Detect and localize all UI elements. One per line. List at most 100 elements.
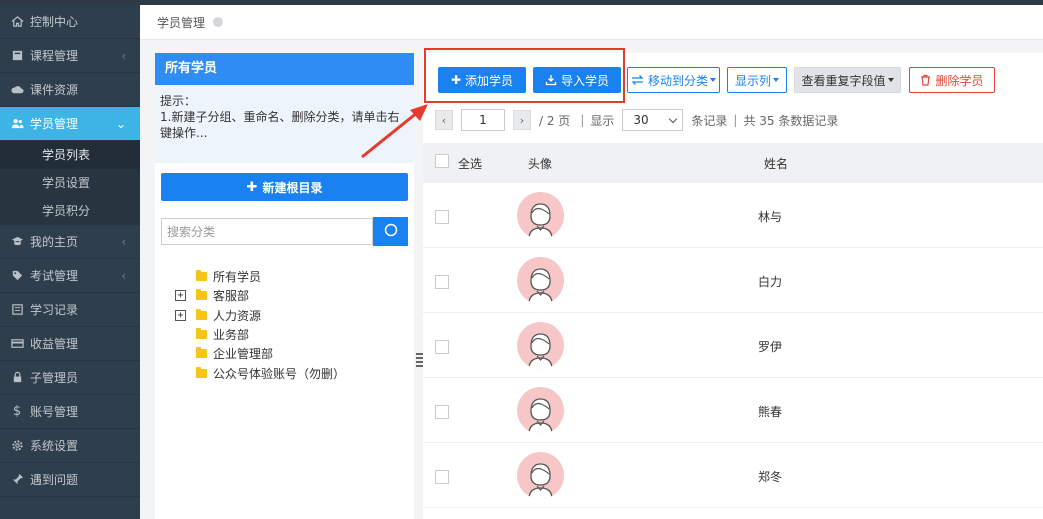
- sidebar-item-exams[interactable]: 考试管理 ‹: [0, 259, 140, 293]
- table-row[interactable]: 熊春: [423, 378, 1043, 443]
- sidebar-submenu: 学员列表 学员设置 学员积分: [0, 141, 140, 225]
- sidebar-item-dashboard[interactable]: 控制中心: [0, 5, 140, 39]
- search-button[interactable]: [373, 217, 408, 246]
- show-columns-label: 显示列: [734, 73, 771, 88]
- category-tree: 所有学员 + 客服部 + 人力资源 业务部 企业管理部 公众号体验账号（勿删）: [175, 267, 345, 383]
- sidebar-item-label: 收益管理: [30, 337, 79, 351]
- page-size-value: 30: [633, 113, 649, 127]
- category-search-input[interactable]: [161, 218, 373, 245]
- move-to-category-button[interactable]: 移动到分类: [627, 67, 720, 93]
- move-to-category-label: 移动到分类: [647, 73, 708, 88]
- caret-down-icon: [887, 78, 894, 82]
- row-checkbox[interactable]: [435, 340, 449, 354]
- row-checkbox[interactable]: [435, 275, 449, 289]
- avatar: [517, 257, 564, 304]
- sidebar-item-label: 遇到问题: [30, 473, 79, 487]
- sidebar-subitem-student-list[interactable]: 学员列表: [0, 141, 140, 169]
- folder-icon: [196, 270, 207, 282]
- credit-card-icon: [10, 337, 24, 351]
- sidebar-item-label: 考试管理: [30, 269, 79, 283]
- delete-student-button[interactable]: 删除学员: [909, 67, 995, 93]
- table-row[interactable]: 郑冬: [423, 443, 1043, 508]
- table-row[interactable]: 林与: [423, 183, 1043, 248]
- delete-student-label: 删除学员: [935, 73, 984, 88]
- student-name: 郑冬: [758, 470, 783, 484]
- chevron-left-icon: ‹: [121, 269, 126, 283]
- sidebar-item-resources[interactable]: 课件资源: [0, 73, 140, 107]
- expand-toggle-icon[interactable]: +: [175, 290, 186, 302]
- select-all-checkbox[interactable]: [435, 154, 449, 168]
- plus-icon: ✚: [246, 179, 258, 195]
- new-root-label: 新建根目录: [262, 180, 323, 195]
- page-number-input[interactable]: [461, 109, 505, 131]
- tree-toggle: [175, 368, 186, 379]
- tree-node[interactable]: 业务部: [175, 325, 345, 344]
- sidebar-item-sub-admins[interactable]: 子管理员: [0, 361, 140, 395]
- breadcrumb: 学员管理: [140, 5, 1043, 40]
- sidebar-item-revenue[interactable]: 收益管理: [0, 327, 140, 361]
- new-root-directory-button[interactable]: ✚ 新建根目录: [161, 173, 408, 201]
- chevron-down-icon: [669, 114, 678, 123]
- tree-toggle: [175, 271, 186, 282]
- tree-node[interactable]: + 人力资源: [175, 306, 345, 325]
- tree-node-label: 所有学员: [213, 270, 262, 285]
- sidebar-item-students[interactable]: 学员管理 ⌄: [0, 107, 140, 141]
- record-icon: [10, 303, 24, 317]
- table-row[interactable]: 白力: [423, 248, 1043, 313]
- sidebar-item-help[interactable]: 遇到问题: [0, 463, 140, 497]
- prev-page-button[interactable]: ‹: [435, 110, 453, 130]
- tree-node-label: 业务部: [213, 328, 250, 343]
- student-name: 白力: [758, 275, 783, 289]
- total-records: 共 35 条数据记录: [743, 113, 839, 128]
- sidebar-subitem-student-points[interactable]: 学员积分: [0, 197, 140, 225]
- tree-node[interactable]: 企业管理部: [175, 344, 345, 363]
- cloud-icon: [10, 83, 24, 97]
- sidebar-item-courses[interactable]: 课程管理 ‹: [0, 39, 140, 73]
- show-columns-button[interactable]: 显示列: [727, 67, 787, 93]
- folder-icon: [196, 366, 207, 378]
- check-duplicates-button[interactable]: 查看重复字段值: [794, 67, 901, 93]
- sidebar-item-label: 账号管理: [30, 405, 79, 419]
- avatar: [517, 387, 564, 434]
- users-icon: [10, 117, 24, 131]
- tree-node[interactable]: 公众号体验账号（勿删）: [175, 363, 345, 382]
- pagination: ‹ › / 2 页 | 显示 30 条记录 | 共 35 条数据记录: [435, 109, 838, 131]
- sidebar-item-homepage[interactable]: 我的主页 ‹: [0, 225, 140, 259]
- total-pages: / 2 页: [539, 113, 571, 128]
- next-page-button[interactable]: ›: [513, 110, 531, 130]
- show-label: 显示: [590, 113, 615, 128]
- sidebar-item-accounts[interactable]: $ 账号管理: [0, 395, 140, 429]
- sidebar-subitem-student-settings[interactable]: 学员设置: [0, 169, 140, 197]
- sidebar-item-system-settings[interactable]: 系统设置: [0, 429, 140, 463]
- sidebar-item-study-records[interactable]: 学习记录: [0, 293, 140, 327]
- lock-icon: [10, 371, 24, 385]
- highlight-box-annotation: [424, 48, 625, 103]
- tree-node[interactable]: + 客服部: [175, 286, 345, 305]
- tree-toggle: [175, 348, 186, 359]
- sidebar-item-label: 课件资源: [30, 83, 79, 97]
- category-panel-header: 所有学员: [155, 53, 414, 85]
- row-checkbox[interactable]: [435, 405, 449, 419]
- table-header: 全选 头像 姓名: [423, 143, 1043, 183]
- page-size-select[interactable]: 30: [622, 109, 684, 131]
- avatar-header: 头像: [528, 157, 553, 171]
- page-title: 学员管理: [157, 15, 206, 30]
- table-row[interactable]: 罗伊: [423, 313, 1043, 378]
- caret-down-icon: [773, 78, 779, 82]
- folder-icon: [196, 308, 207, 320]
- expand-toggle-icon[interactable]: +: [175, 309, 186, 321]
- dollar-icon: $: [12, 404, 22, 419]
- search-icon: [383, 222, 399, 241]
- graduation-cap-icon: [10, 235, 24, 249]
- tab-close-dot-icon[interactable]: [213, 17, 224, 27]
- folder-icon: [196, 289, 207, 301]
- tree-node[interactable]: 所有学员: [175, 267, 345, 286]
- row-checkbox[interactable]: [435, 470, 449, 484]
- tree-node-label: 企业管理部: [213, 347, 274, 362]
- folder-icon: [196, 328, 207, 340]
- book-icon: [10, 49, 24, 63]
- sidebar-item-label: 学习记录: [30, 303, 79, 317]
- sidebar: 控制中心 课程管理 ‹ 课件资源 学员管理 ⌄ 学员列表 学员设置 学员积分 我…: [0, 5, 140, 519]
- row-checkbox[interactable]: [435, 210, 449, 224]
- category-search: [161, 217, 408, 246]
